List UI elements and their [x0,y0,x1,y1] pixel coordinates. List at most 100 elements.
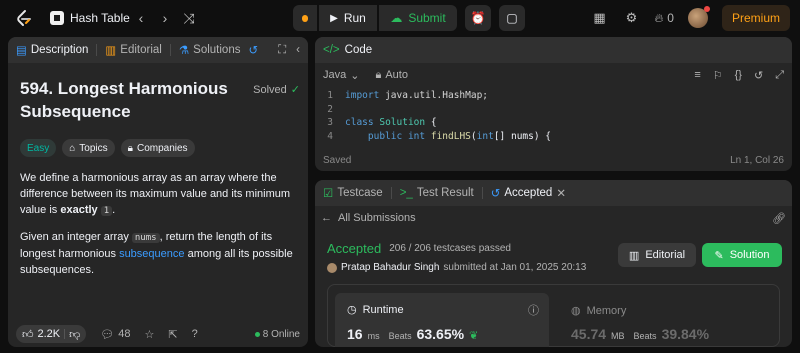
leaf-icon: ❦ [469,330,479,342]
subsequence-link[interactable]: subsequence [119,248,184,260]
notes-button[interactable]: ▢ [499,5,525,31]
online-dot [254,331,260,337]
description-footer: 👍︎ 2.2K 👎︎ 💬︎ 48 ☆ ⇱ ? 8 Online [8,321,308,347]
tab-accepted-label: Accepted [504,187,553,199]
help-icon[interactable]: ? [192,328,198,340]
like-count: 2.2K [37,328,61,340]
companies-chip[interactable]: 🔒︎ Companies [120,139,195,157]
arrow-left-icon[interactable]: ← [321,212,332,224]
auto-label: Auto [385,69,408,81]
topics-chip[interactable]: ⌂ Topics [62,139,115,157]
solution-button[interactable]: ✎ Solution [702,243,782,267]
star-icon[interactable]: ☆ [145,328,155,341]
reset-icon[interactable]: ↺ [754,69,763,82]
accepted-header: Accepted 206 / 206 testcases passed [327,241,511,256]
problem-list-button[interactable]: Hash Table [50,9,130,27]
runtime-title: ◷ Runtime [347,303,404,317]
memory-label: Memory [586,304,627,317]
line-number: 4 [327,130,333,142]
editor-actions: ≡ ⚐ {} ↺ ⤢ [694,69,784,82]
language-select[interactable]: Java ⌄ [323,69,359,82]
topics-label: Topics [79,142,108,154]
tab-separator [96,44,98,56]
collapse-icon[interactable]: ‹ [296,44,300,56]
book-icon: ▥ [105,45,117,57]
tab-editorial-label: Editorial [120,44,162,56]
comments-button[interactable]: 💬︎ 48 [100,328,130,341]
all-submissions-link[interactable]: All Submissions [338,212,416,224]
braces-icon[interactable]: {} [735,69,742,81]
code-panel: </> Code Java ⌄ 🔒︎ Auto ≡ ⚐ {} ↺ ⤢ 1 imp… [315,37,792,171]
shuffle-icon[interactable]: ⤨ [179,8,199,28]
memory-unit: MB [611,331,625,341]
premium-button[interactable]: Premium [721,5,790,31]
auto-mode-toggle[interactable]: 🔒︎ Auto [375,69,408,82]
tab-solutions[interactable]: ⚗ Solutions [179,43,241,57]
description-paragraph: We define a harmonious array as an array… [20,170,300,219]
description-text: . [112,204,116,216]
book-icon: ▥ [628,249,640,262]
divider [64,329,66,339]
tab-editorial[interactable]: ▥ Editorial [105,43,161,57]
tab-test-result-label: Test Result [416,187,474,199]
inline-code: nums [131,233,160,243]
note-icon: ▢ [506,11,518,25]
problem-title[interactable]: 594. Longest Harmonious Subsequence [20,77,250,123]
layout-grid-icon[interactable]: ▦ [590,9,608,27]
difficulty-badge: Easy [20,139,57,157]
tab-test-result[interactable]: >_ Test Result [400,187,474,199]
pencil-icon: ✎ [714,249,724,262]
thumbs-up-icon[interactable]: 👍︎ [22,328,34,341]
chevron-down-icon: ⌄ [350,69,360,82]
submit-label: Submit [408,11,446,25]
runtime-card[interactable]: ◷ Runtime ⓘ 16 ms Beats 63.65% ❦ [335,293,549,347]
thumbs-down-icon[interactable]: 👎︎ [69,328,80,341]
code-line: 1 import java.util.HashMap; [315,89,792,103]
testcases-passed: 206 / 206 testcases passed [389,243,511,254]
emphasis-text: exactly [60,204,98,216]
streak-counter[interactable]: 🔥︎ 0 [654,11,674,26]
notification-dot [703,6,710,12]
info-icon[interactable]: ⓘ [528,302,539,318]
tab-description-label: Description [30,44,89,56]
online-label: 8 Online [262,328,300,340]
maximize-icon[interactable]: ⛶ [278,44,286,57]
cursor-position: Ln 1, Col 26 [730,154,784,166]
tab-accepted[interactable]: ↺ Accepted ✕ [491,186,566,200]
share-icon[interactable]: ⇱ [168,328,177,341]
timer-button[interactable]: ⏰ [465,5,491,31]
tab-testcase[interactable]: ☑ Testcase [323,186,383,200]
expand-icon[interactable]: ⤢ [775,69,784,82]
memory-title[interactable]: ◍ Memory [571,304,627,318]
runtime-value: 16 [347,326,363,342]
inline-code: 1 [100,206,113,216]
description-text: Given an integer array [20,231,132,243]
bookmark-icon[interactable]: ⚐ [713,69,723,82]
history-icon: ↺ [490,188,501,200]
run-button[interactable]: ▶ Run [319,5,377,31]
beats-label: Beats [388,331,412,341]
submitter-info: Pratap Bahadur Singh submitted at Jan 01… [327,262,586,273]
editorial-button[interactable]: ▥ Editorial [618,243,696,267]
avatar[interactable] [687,6,710,28]
cloud-upload-icon: ☁ [390,11,403,25]
code-editor[interactable]: 1 import java.util.HashMap; 2 3 class So… [315,89,792,143]
run-toolbar: ▶ Run ☁ Submit ⏰ ▢ [293,5,525,31]
submitter-name[interactable]: Pratap Bahadur Singh [341,262,439,273]
panel-controls: ⛶ ‹ [278,44,300,57]
submit-button[interactable]: ☁ Submit [379,5,457,31]
link-icon[interactable]: 🔗︎ [772,212,786,225]
leetcode-logo-icon[interactable] [14,8,34,28]
debug-button[interactable] [293,5,317,31]
tab-code[interactable]: </> Code [323,44,372,56]
prev-problem-icon[interactable]: ‹ [131,8,151,28]
next-problem-icon[interactable]: › [155,8,175,28]
gear-icon[interactable]: ⚙ [622,9,640,27]
avatar [327,262,337,273]
submissions-tab-icon[interactable]: ↺ [248,43,258,57]
close-icon[interactable]: ✕ [556,186,566,200]
format-icon[interactable]: ≡ [694,69,700,81]
tab-description[interactable]: ▤ Description [16,43,88,57]
code-line: 4 public int findLHS(int[] nums) { [315,130,792,144]
code-toolbar: Java ⌄ 🔒︎ Auto ≡ ⚐ {} ↺ ⤢ [315,63,792,87]
